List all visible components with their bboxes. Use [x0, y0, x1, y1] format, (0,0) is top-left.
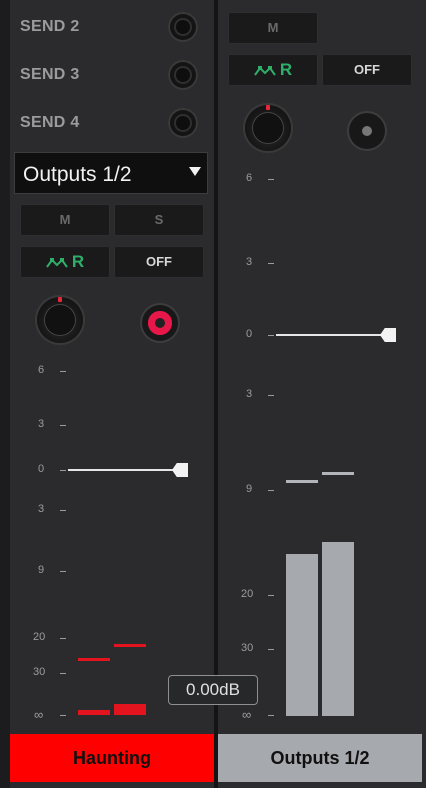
track-name-tab[interactable]: Haunting: [10, 734, 214, 782]
tick: [268, 490, 274, 491]
scale-label: 20: [33, 631, 46, 643]
scale-mark: 0: [246, 328, 274, 340]
scale-label: 3: [38, 418, 45, 430]
send-label: SEND 4: [20, 114, 80, 131]
tick: [60, 638, 66, 639]
meter-right-peak: [322, 472, 354, 475]
send-3-knob[interactable]: [168, 60, 198, 90]
scale-mark: 20: [33, 631, 66, 643]
mute-label: M: [59, 212, 71, 227]
db-readout: 0.00dB: [168, 675, 258, 705]
dropdown-arrow-icon: [189, 167, 201, 176]
scale-label: 0: [246, 328, 253, 340]
tick: [60, 510, 66, 511]
volume-fader-track: [276, 334, 382, 336]
meter-left-level: [286, 554, 318, 716]
tick: [268, 395, 274, 396]
tick: [60, 571, 66, 572]
scale-mark: 6: [246, 172, 274, 184]
send-label: SEND 3: [20, 66, 80, 83]
scale-mark: 0: [38, 463, 66, 475]
automation-read-button[interactable]: R: [228, 54, 318, 86]
volume-fader-track: [68, 469, 174, 471]
tick: [268, 335, 274, 336]
send-label: SEND 2: [20, 18, 80, 35]
scale-mark: 20: [241, 588, 274, 600]
automation-label: R: [71, 252, 85, 271]
solo-button[interactable]: S: [114, 204, 204, 236]
off-button[interactable]: OFF: [322, 54, 412, 86]
tick: [268, 595, 274, 596]
scale-mark: 3: [38, 418, 66, 430]
track-name-tab[interactable]: Outputs 1/2: [218, 734, 422, 782]
scale-mark: ∞: [242, 707, 274, 722]
send-4-knob[interactable]: [168, 108, 198, 138]
track-name: Outputs 1/2: [270, 748, 370, 768]
scale-mark: 30: [33, 666, 66, 678]
scale-mark: 3: [38, 503, 66, 515]
meter-left-peak: [78, 658, 110, 661]
scale-label: 3: [38, 503, 45, 515]
scale-label: 3: [246, 256, 253, 268]
scale-mark: ∞: [34, 707, 66, 722]
automation-read-icon: [46, 257, 68, 268]
scale-mark: 9: [246, 483, 274, 495]
automation-read-button[interactable]: R: [20, 246, 110, 278]
pan-knob[interactable]: [245, 105, 291, 151]
scale-label: 6: [38, 364, 45, 376]
off-button[interactable]: OFF: [114, 246, 204, 278]
off-label: OFF: [146, 254, 172, 269]
meter-right-peak: [114, 644, 146, 647]
scale-label: 3: [246, 388, 253, 400]
record-arm-button[interactable]: [142, 305, 178, 341]
scale-mark: 3: [246, 256, 274, 268]
meter-left-level: [78, 710, 110, 715]
tick: [60, 470, 66, 471]
scale-label: 9: [246, 483, 253, 495]
mute-label: M: [267, 20, 279, 35]
meter-right-level: [322, 542, 354, 716]
scale-label: 20: [241, 588, 254, 600]
send-2-knob[interactable]: [168, 12, 198, 42]
scale-mark: 3: [246, 388, 274, 400]
meter-left-peak: [286, 480, 318, 483]
tick: [268, 649, 274, 650]
pan-knob[interactable]: [37, 297, 83, 343]
tick: [268, 263, 274, 264]
automation-label: R: [279, 60, 293, 79]
scale-label: ∞: [242, 707, 252, 722]
tick: [60, 425, 66, 426]
tick: [268, 179, 274, 180]
mute-button[interactable]: M: [228, 12, 318, 44]
scale-label: 0: [38, 463, 45, 475]
scale-label: ∞: [34, 707, 44, 722]
scale-mark: 30: [241, 642, 274, 654]
scale-mark: 9: [38, 564, 66, 576]
scale-label: 30: [33, 666, 46, 678]
track-name: Haunting: [73, 748, 151, 768]
off-label: OFF: [354, 62, 380, 77]
automation-read-icon: [254, 65, 276, 76]
scale-label: 9: [38, 564, 45, 576]
mute-button[interactable]: M: [20, 204, 110, 236]
send-row-3: SEND 3: [20, 58, 200, 94]
tick: [268, 715, 274, 716]
output-select-value: Outputs 1/2: [23, 163, 132, 186]
record-arm-button[interactable]: [349, 113, 385, 149]
pan-indicator: [58, 297, 62, 302]
scale-mark: 6: [38, 364, 66, 376]
meter-right-level: [114, 704, 146, 715]
tick: [60, 371, 66, 372]
send-row-4: SEND 4: [20, 106, 200, 142]
solo-label: S: [154, 212, 164, 227]
scale-label: 6: [246, 172, 253, 184]
tick: [60, 673, 66, 674]
pan-indicator: [266, 105, 270, 110]
send-row-2: SEND 2: [20, 10, 200, 46]
tick: [60, 715, 66, 716]
output-select[interactable]: Outputs 1/2: [14, 152, 208, 194]
scale-label: 30: [241, 642, 254, 654]
